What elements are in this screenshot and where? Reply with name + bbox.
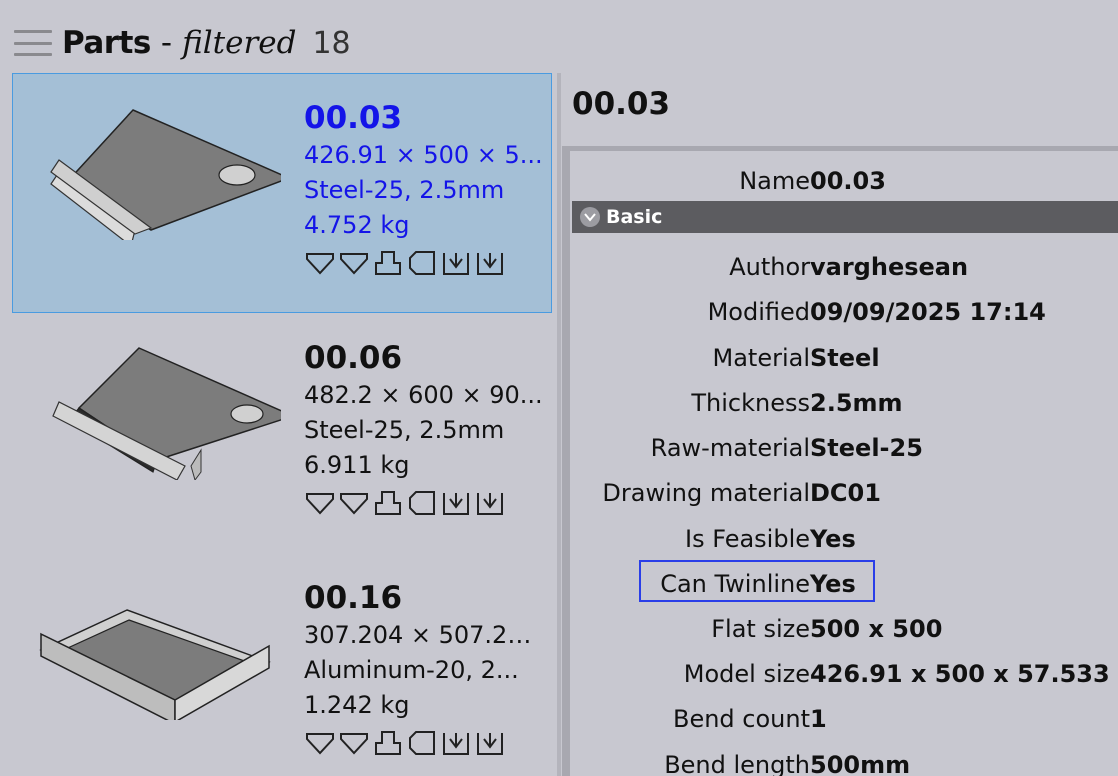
property-value[interactable]: varghesean: [810, 253, 968, 281]
part-info: 00.03 426.91 × 500 × 5... Steel-25, 2.5m…: [304, 98, 544, 277]
property-row: Raw-material Steel-25: [570, 426, 1118, 466]
property-value[interactable]: 09/09/2025 17:14: [810, 298, 1046, 326]
property-label: Raw-material: [650, 434, 810, 462]
v-die-icon: [306, 493, 334, 515]
v-die-icon: [306, 733, 334, 755]
side-die-icon: [409, 731, 435, 755]
property-label: Thickness: [691, 389, 810, 417]
property-value[interactable]: Yes: [810, 525, 856, 553]
property-label: Name: [739, 167, 810, 195]
part-name: 00.06: [304, 340, 403, 376]
part-weight: 1.242 kg: [304, 691, 410, 719]
property-label: Drawing material: [602, 479, 810, 507]
property-row: Drawing material DC01: [570, 471, 1118, 511]
property-row: Bend length 500mm: [570, 743, 1118, 776]
property-value[interactable]: 00.03: [810, 167, 886, 195]
part-list[interactable]: 00.03 426.91 × 500 × 5... Steel-25, 2.5m…: [12, 73, 552, 776]
part-dimensions: 482.2 × 600 × 90...: [304, 381, 543, 409]
property-label: Bend count: [672, 705, 810, 733]
part-thumbnail: [39, 609, 271, 720]
down-arrow-die-icon: [477, 493, 503, 515]
property-label: Modified: [707, 298, 810, 326]
property-value[interactable]: Steel-25: [810, 434, 923, 462]
part-count: 18: [312, 25, 351, 61]
part-material: Steel-25, 2.5mm: [304, 176, 505, 204]
property-row: Flat size 500 x 500: [570, 607, 1118, 647]
punch-icon: [375, 491, 401, 515]
property-label: Model size: [683, 660, 810, 688]
focus-highlight: [639, 560, 875, 602]
property-value[interactable]: 2.5mm: [810, 389, 903, 417]
part-thumbnail: [50, 109, 281, 240]
property-value[interactable]: Steel: [810, 344, 880, 372]
part-dimensions: 307.204 × 507.20...: [304, 621, 544, 649]
property-value[interactable]: 500mm: [810, 751, 910, 776]
v-die-icon: [340, 733, 368, 755]
punch-icon: [375, 731, 401, 755]
part-name: 00.16: [304, 580, 403, 616]
down-arrow-die-icon: [443, 253, 469, 275]
section-header-basic[interactable]: Basic: [572, 201, 1118, 233]
bend-tools: [304, 249, 544, 277]
property-row: Modified 09/09/2025 17:14: [570, 290, 1118, 330]
property-label: Flat size: [711, 615, 810, 643]
part-weight: 4.752 kg: [304, 211, 410, 239]
title-separator: -: [160, 25, 173, 61]
bend-tools: [304, 489, 544, 517]
property-label: Author: [729, 253, 810, 281]
v-die-icon: [340, 493, 368, 515]
side-die-icon: [409, 491, 435, 515]
down-arrow-die-icon: [477, 253, 503, 275]
down-arrow-die-icon: [477, 733, 503, 755]
property-value[interactable]: 500 x 500: [810, 615, 942, 643]
part-name: 00.03: [304, 100, 403, 136]
property-value[interactable]: 426.91 x 500 x 57.533: [810, 660, 1110, 688]
property-label: Bend length: [664, 751, 810, 776]
property-row-name: Name 00.03: [570, 159, 1118, 199]
side-die-icon: [409, 251, 435, 275]
v-die-icon: [306, 253, 334, 275]
property-row: Is Feasible Yes: [570, 517, 1118, 557]
part-material: Steel-25, 2.5mm: [304, 416, 505, 444]
property-row: Thickness 2.5mm: [570, 381, 1118, 421]
part-info: 00.06 482.2 × 600 × 90... Steel-25, 2.5m…: [304, 338, 544, 517]
part-weight: 6.911 kg: [304, 451, 410, 479]
property-row: Material Steel: [570, 336, 1118, 376]
part-card[interactable]: 00.06 482.2 × 600 × 90... Steel-25, 2.5m…: [12, 313, 552, 553]
property-label: Material: [712, 344, 811, 372]
property-row: Author varghesean: [570, 245, 1118, 285]
v-die-icon: [340, 253, 368, 275]
part-info: 00.16 307.204 × 507.20... Aluminum-20, 2…: [304, 578, 544, 757]
bend-tools: [304, 729, 544, 757]
property-panel: Name 00.03 Basic Author varghesean Modif…: [562, 146, 1118, 776]
part-card[interactable]: 00.03 426.91 × 500 × 5... Steel-25, 2.5m…: [12, 73, 552, 313]
panel-splitter[interactable]: [557, 73, 561, 776]
part-dimensions: 426.91 × 500 × 5...: [304, 141, 543, 169]
property-value[interactable]: 1: [810, 705, 827, 733]
down-arrow-die-icon: [443, 733, 469, 755]
property-value[interactable]: DC01: [810, 479, 881, 507]
punch-icon: [375, 251, 401, 275]
section-title: Basic: [606, 206, 663, 228]
detail-title: 00.03: [572, 86, 671, 122]
property-row: Model size 426.91 x 500 x 57.533: [570, 652, 1118, 692]
header: Parts - filtered 18: [14, 22, 351, 64]
filter-indicator: filtered: [182, 25, 297, 61]
property-label: Is Feasible: [684, 525, 810, 553]
page-title: Parts: [62, 25, 151, 61]
property-row: Bend count 1: [570, 697, 1118, 737]
part-thumbnail: [52, 347, 281, 480]
collapse-icon[interactable]: [580, 207, 600, 227]
part-material: Aluminum-20, 2...: [304, 656, 519, 684]
down-arrow-die-icon: [443, 493, 469, 515]
part-card[interactable]: 00.16 307.204 × 507.20... Aluminum-20, 2…: [12, 553, 552, 776]
menu-icon[interactable]: [14, 28, 52, 58]
